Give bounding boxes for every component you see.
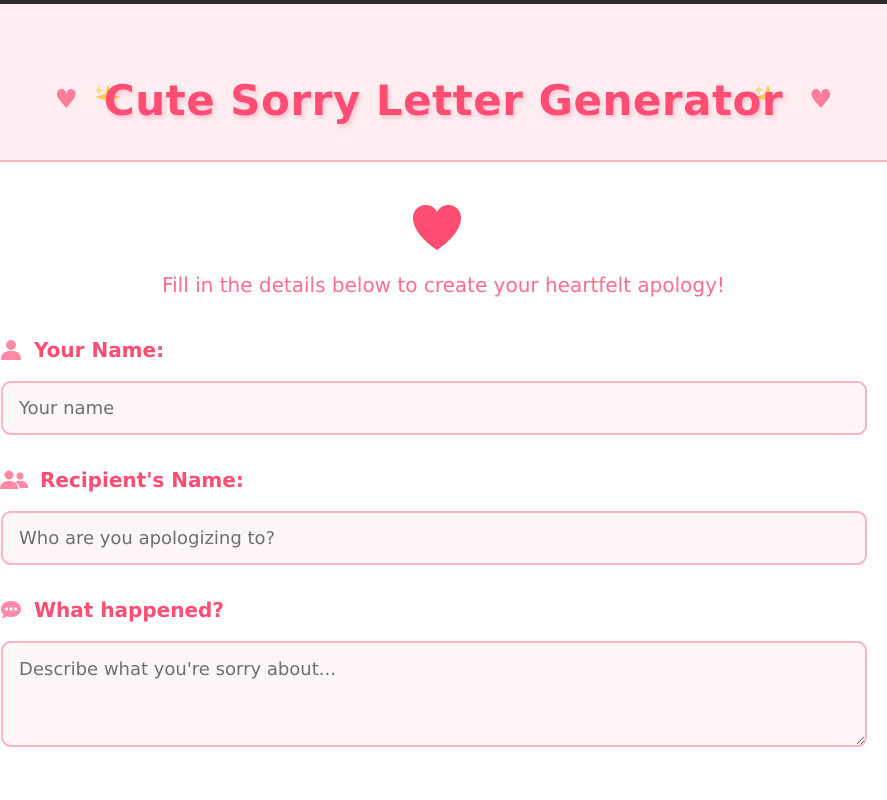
heart-icon: ♥	[809, 85, 833, 115]
heart-icon: ♥	[54, 85, 78, 115]
recipient-name-input[interactable]	[1, 511, 867, 565]
heart-icon	[413, 205, 461, 250]
intro-subtitle: Fill in the details below to create your…	[162, 273, 725, 297]
header-title-row: ♥ Cute Sorry Letter Generator ♥	[0, 68, 887, 132]
what-happened-label-text: What happened?	[34, 598, 224, 622]
page-title: Cute Sorry Letter Generator	[103, 75, 784, 125]
comment-dots-icon	[1, 601, 21, 619]
user-icon	[1, 340, 21, 360]
your-name-input[interactable]	[1, 381, 867, 435]
your-name-label-text: Your Name:	[34, 338, 165, 362]
users-icon	[0, 470, 28, 489]
page-header: ♥ Cute Sorry Letter Generator ♥	[0, 4, 887, 162]
what-happened-label: What happened?	[0, 598, 224, 622]
recipient-name-label: Recipient's Name:	[0, 468, 244, 492]
recipient-name-label-text: Recipient's Name:	[40, 468, 244, 492]
what-happened-textarea[interactable]	[1, 641, 867, 747]
your-name-label: Your Name:	[0, 338, 164, 362]
